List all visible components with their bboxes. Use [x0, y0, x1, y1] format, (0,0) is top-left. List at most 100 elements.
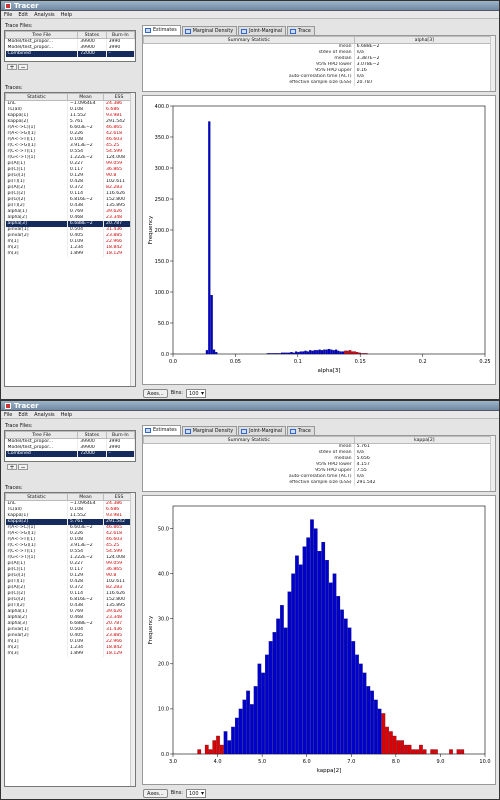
trace-row[interactable]: pinvar[2] 0.405 23.885	[5, 632, 135, 639]
trace-row[interactable]: r(G<->T)[1] 1.222E−2 124.008	[5, 554, 135, 561]
trace-row[interactable]: m[3] 1.899 18.129	[5, 250, 135, 257]
file-column-header[interactable]: Burn-In	[105, 431, 135, 439]
menu-edit[interactable]: Edit	[18, 12, 28, 18]
trace-row[interactable]: alpha[2] 0.468 23.348	[5, 614, 135, 621]
summary-scrollbar[interactable]	[490, 436, 495, 491]
trace-row[interactable]: alpha[3] 6.688E−2 20.787	[5, 620, 135, 627]
menu-help[interactable]: Help	[61, 412, 72, 418]
trace-row[interactable]: pinvar[2] 0.405 23.885	[5, 232, 135, 239]
histogram-bar	[295, 351, 298, 355]
trace-row[interactable]: kappa[1] 11.552 93.981	[5, 112, 135, 119]
trace-row[interactable]: pinvar[1] 0.504 31.436	[5, 626, 135, 633]
trace-row[interactable]: kappa[1] 11.552 93.981	[5, 512, 135, 519]
y-axis-label: Frequency	[148, 615, 154, 644]
trace-row[interactable]: kappa[2] 5.761 291.542	[5, 118, 135, 125]
trace-row[interactable]: r(C<->T)[1] 0.554 54.599	[5, 148, 135, 155]
file-column-header[interactable]: Burn-In	[105, 31, 135, 39]
file-row[interactable]: Combined 72000–	[5, 50, 135, 57]
trace-column-header[interactable]: Mean	[66, 93, 105, 101]
trace-row[interactable]: pi(G)[1] 0.129 90.8	[5, 572, 135, 579]
file-column-header[interactable]: States	[77, 431, 107, 439]
trace-row[interactable]: pi(C)[2] 0.114 116.626	[5, 190, 135, 197]
bins-select[interactable]: 100	[185, 388, 206, 398]
file-buttons: + −	[4, 62, 136, 71]
trace-row[interactable]: pi(G)[1] 0.129 90.8	[5, 172, 135, 179]
trace-row[interactable]: pi(G)[2] 6.816E−2 152.800	[5, 596, 135, 603]
trace-row[interactable]: r(C<->G)[1] 3.913E−2 45.25	[5, 142, 135, 149]
trace-row[interactable]: r(G<->T)[1] 1.222E−2 124.008	[5, 154, 135, 161]
tab-estimates[interactable]: Estimates	[142, 425, 181, 435]
trace-row[interactable]: pi(T)[1] 0.428 102.611	[5, 178, 135, 185]
summary-row: effective sample size (ESS) 20.787	[143, 79, 495, 86]
menu-analysis[interactable]: Analysis	[34, 12, 55, 18]
tab-trace[interactable]: Trace	[287, 26, 315, 35]
tab-marginal-density[interactable]: Marginal Density	[181, 426, 238, 435]
menu-analysis[interactable]: Analysis	[34, 412, 55, 418]
add-file-button[interactable]: +	[7, 63, 17, 70]
trace-column-header[interactable]: Statistic	[5, 493, 68, 501]
trace-row[interactable]: pi(A)[2] 0.372 82.283	[5, 184, 135, 191]
file-column-header[interactable]: States	[77, 31, 107, 39]
trace-row[interactable]: pi(T)[1] 0.428 102.611	[5, 578, 135, 585]
trace-row[interactable]: pi(C)[2] 0.114 116.626	[5, 590, 135, 597]
bins-select[interactable]: 100	[185, 788, 206, 798]
remove-file-button[interactable]: −	[18, 463, 28, 470]
trace-row[interactable]: pi(G)[2] 6.816E−2 152.800	[5, 196, 135, 203]
histogram-bar	[411, 749, 416, 755]
trace-row[interactable]: pinvar[1] 0.504 31.436	[5, 226, 135, 233]
trace-row[interactable]: pi(C)[1] 0.117 36.865	[5, 566, 135, 573]
tab-marginal-density[interactable]: Marginal Density	[181, 26, 238, 35]
menu-file[interactable]: File	[4, 12, 12, 18]
tab-icon	[184, 28, 191, 34]
trace-row[interactable]: pi(T)[2] 0.438 135.895	[5, 202, 135, 209]
histogram-bar	[285, 352, 288, 355]
histogram-bar	[407, 744, 412, 755]
tab-joint-marginal[interactable]: Joint-Marginal	[238, 26, 287, 35]
trace-row[interactable]: pi(A)[1] 0.227 99.059	[5, 560, 135, 567]
trace-row[interactable]: r(A<->T)[1] 0.108 46.603	[5, 536, 135, 543]
y-axis-label: Frequency	[148, 215, 154, 244]
menu-file[interactable]: File	[4, 412, 12, 418]
trace-row[interactable]: m[3] 1.899 18.129	[5, 650, 135, 657]
axes-button[interactable]: Axes...	[143, 788, 168, 798]
menu-edit[interactable]: Edit	[18, 412, 28, 418]
file-row[interactable]: Combined 72000–	[5, 450, 135, 457]
trace-row[interactable]: alpha[2] 0.468 23.348	[5, 214, 135, 221]
file-column-header[interactable]: Tree File	[5, 31, 79, 39]
trace-row[interactable]: r(C<->G)[1] 3.913E−2 45.25	[5, 542, 135, 549]
trace-row[interactable]: kappa[2] 5.761 291.542	[5, 518, 135, 525]
trace-row[interactable]: r(A<->T)[1] 0.108 46.603	[5, 136, 135, 143]
trace-column-header[interactable]: Mean	[66, 493, 105, 501]
trace-row[interactable]: alpha[3] 6.688E−2 20.787	[5, 220, 135, 227]
trace-row[interactable]: r(A<->G)[1] 0.226 42.618	[5, 130, 135, 137]
histogram-bar	[317, 550, 322, 755]
histogram-bar	[344, 350, 347, 355]
traces-scrollbar[interactable]	[130, 93, 135, 386]
trace-row[interactable]: r(A<->C)[1] 6.603E−2 46.865	[5, 124, 135, 131]
trace-row[interactable]: pi(A)[2] 0.372 82.283	[5, 584, 135, 591]
tab-trace[interactable]: Trace	[287, 426, 315, 435]
trace-row[interactable]: pi(A)[1] 0.227 99.059	[5, 160, 135, 167]
tab-estimates[interactable]: Estimates	[142, 25, 181, 35]
trace-row[interactable]: pi(C)[1] 0.117 36.865	[5, 166, 135, 173]
trace-row[interactable]: r(A<->C)[1] 6.603E−2 46.865	[5, 524, 135, 531]
trace-row[interactable]: r(A<->G)[1] 0.226 42.618	[5, 530, 135, 537]
summary-scrollbar[interactable]	[490, 36, 495, 91]
trace-column-header[interactable]: Statistic	[5, 93, 68, 101]
traces-scrollbar[interactable]	[130, 493, 135, 786]
trace-row[interactable]: pi(T)[2] 0.438 135.895	[5, 602, 135, 609]
tab-joint-marginal[interactable]: Joint-Marginal	[238, 426, 287, 435]
window-title: Tracer	[14, 1, 39, 10]
x-tick-label: 3.0	[169, 759, 177, 765]
x-tick-label: 4.0	[214, 759, 222, 765]
histogram-bar	[212, 740, 217, 755]
trace-row[interactable]: alpha[1] 0.769 39.626	[5, 208, 135, 215]
file-column-header[interactable]: Tree File	[5, 431, 79, 439]
axes-button[interactable]: Axes...	[143, 388, 168, 398]
histogram-bar	[325, 349, 328, 355]
trace-row[interactable]: alpha[1] 0.769 39.626	[5, 608, 135, 615]
trace-row[interactable]: r(C<->T)[1] 0.554 54.599	[5, 548, 135, 555]
menu-help[interactable]: Help	[61, 12, 72, 18]
add-file-button[interactable]: +	[7, 463, 17, 470]
remove-file-button[interactable]: −	[18, 63, 28, 70]
